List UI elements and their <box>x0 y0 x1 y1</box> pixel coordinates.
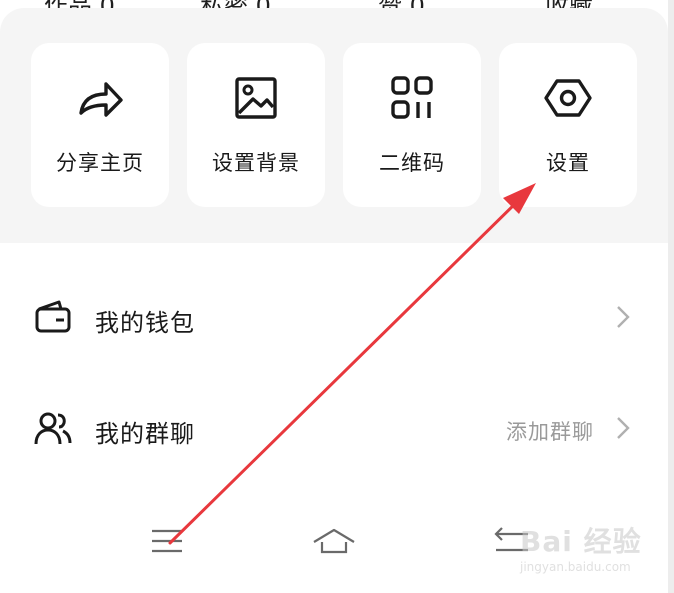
my-wallet-label: 我的钱包 <box>95 309 195 337</box>
quick-actions-panel: 分享主页 设置背景 二维码 设置 <box>0 8 668 243</box>
chevron-right-icon <box>617 417 630 439</box>
settings-tile[interactable]: 设置 <box>499 43 637 207</box>
share-icon <box>79 82 123 117</box>
add-group-chat-link[interactable]: 添加群聊 <box>506 416 594 446</box>
qrcode-icon <box>391 76 433 119</box>
group-icon <box>34 412 72 445</box>
watermark-url: jingyan.baidu.com <box>520 560 631 574</box>
qrcode-tile[interactable]: 二维码 <box>343 43 481 207</box>
share-profile-tile[interactable]: 分享主页 <box>31 43 169 207</box>
home-icon[interactable] <box>310 520 358 560</box>
settings-hexagon-icon <box>544 79 592 117</box>
set-background-tile[interactable]: 设置背景 <box>187 43 325 207</box>
my-group-chats-row[interactable]: 我的群聊 添加群聊 <box>0 398 668 458</box>
profile-menu-sheet: 分享主页 设置背景 二维码 设置 我的钱包 我的群聊 添加群聊 <box>0 8 668 593</box>
settings-label: 设置 <box>546 151 590 175</box>
my-wallet-row[interactable]: 我的钱包 <box>0 287 668 347</box>
menu-icon[interactable] <box>148 520 188 560</box>
qrcode-label: 二维码 <box>379 151 445 175</box>
set-background-label: 设置背景 <box>212 151 300 175</box>
wallet-icon <box>35 300 71 333</box>
page-edge <box>668 0 674 593</box>
baidu-watermark: Bai 经验 jingyan.baidu.com <box>520 520 650 580</box>
watermark-logo: Bai 经验 <box>520 525 642 558</box>
chevron-right-icon <box>617 306 630 328</box>
my-group-chats-label: 我的群聊 <box>95 420 195 448</box>
image-icon <box>235 77 277 119</box>
share-profile-label: 分享主页 <box>56 151 144 175</box>
